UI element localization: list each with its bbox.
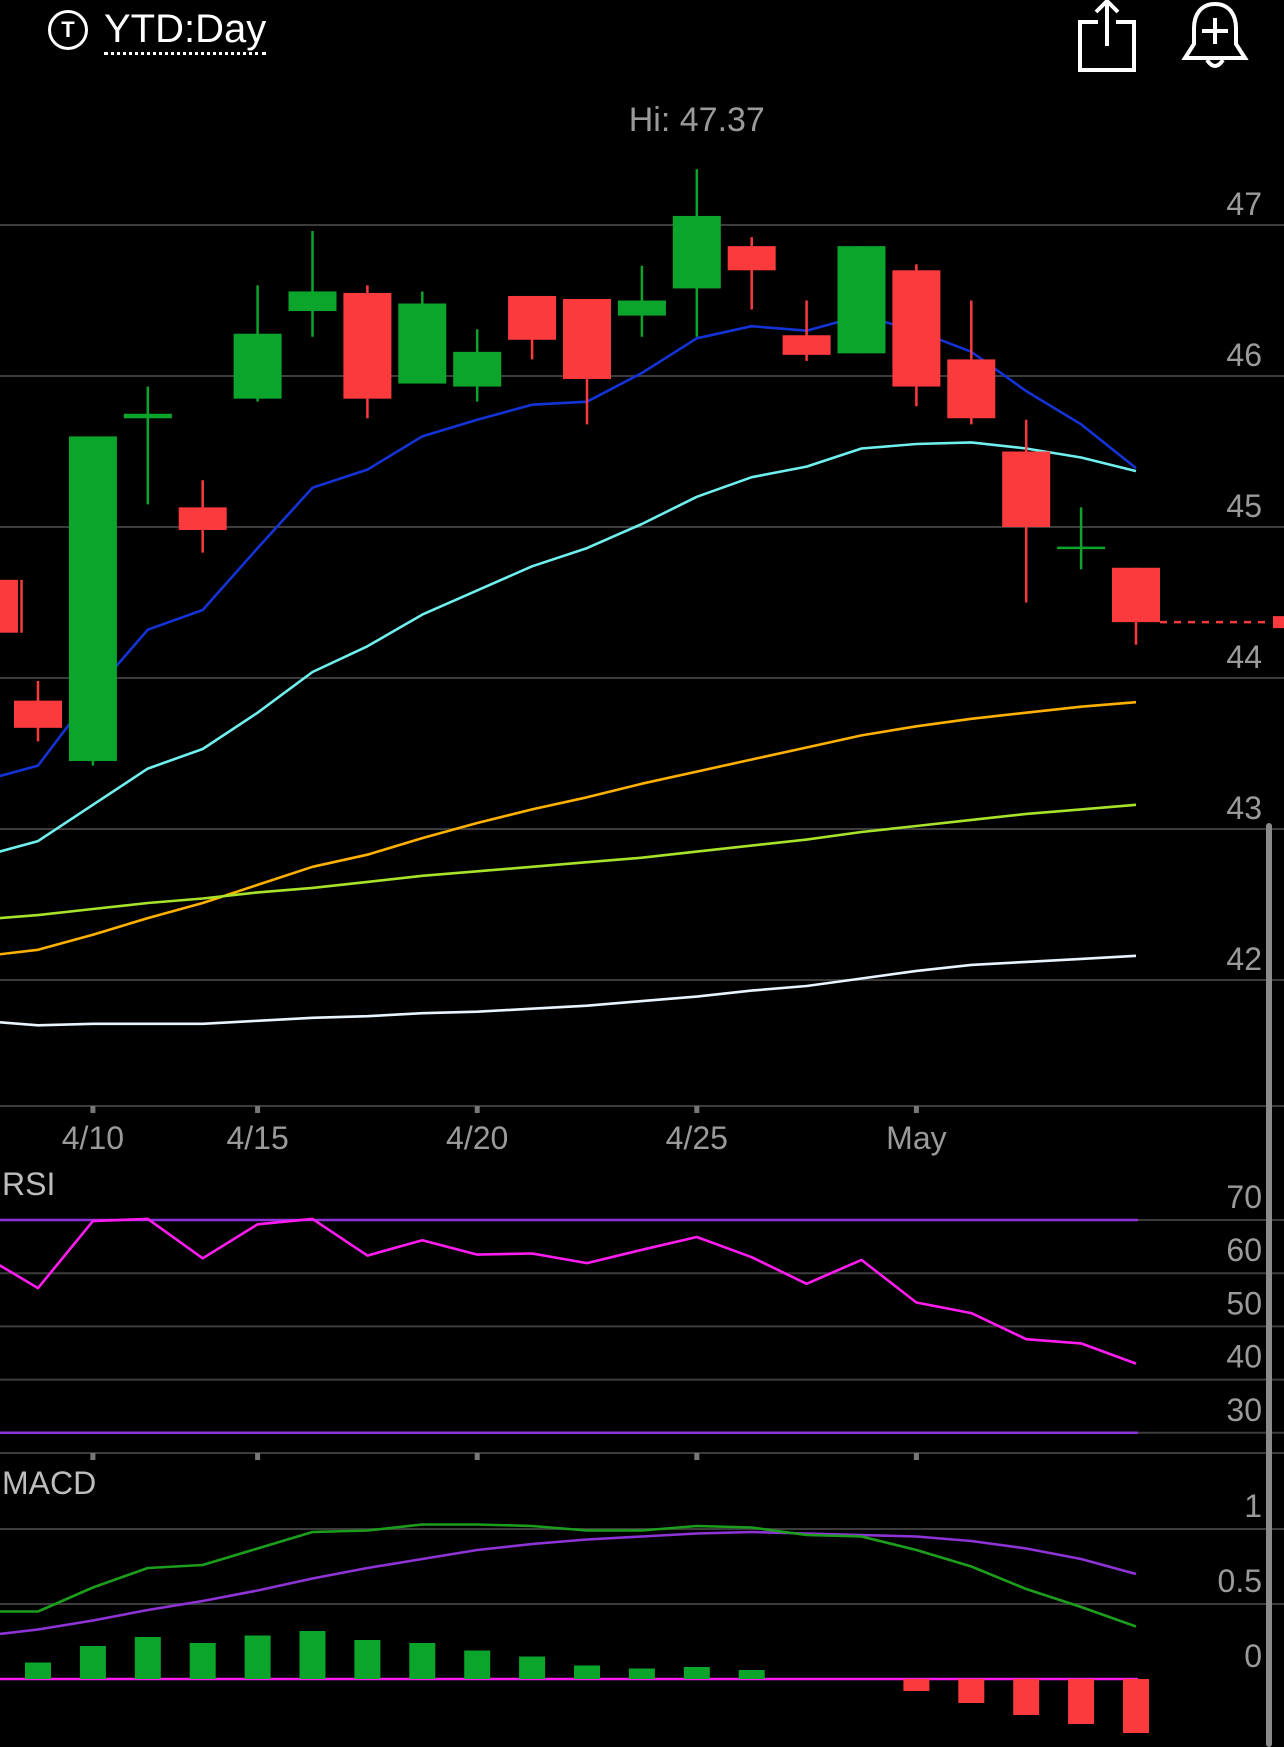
rsi-axis-tick: 30 — [1226, 1392, 1262, 1428]
candle-down — [727, 246, 776, 271]
date-axis-tick: 4/20 — [446, 1120, 508, 1156]
rsi-label: RSI — [2, 1166, 55, 1202]
candle-down — [343, 292, 392, 399]
macd-histogram-bar-negative — [1013, 1679, 1040, 1715]
macd-axis-tick: 1 — [1244, 1488, 1262, 1524]
candle-down — [1112, 567, 1160, 623]
rsi-axis-tick: 40 — [1226, 1339, 1262, 1375]
macd-histogram-bar-positive — [25, 1662, 51, 1679]
rsi-axis-tick: 70 — [1226, 1179, 1262, 1215]
macd-histogram-bar-negative — [1068, 1679, 1095, 1724]
macd-histogram-bar-positive — [134, 1637, 161, 1679]
macd-histogram-bar-positive — [189, 1643, 216, 1679]
macd-histogram-bar-positive — [738, 1670, 765, 1679]
candle-up — [123, 413, 172, 419]
candle-up — [617, 300, 666, 316]
candle-up — [288, 291, 337, 312]
macd-histogram-bar-positive — [519, 1656, 546, 1679]
price-axis-tick: 46 — [1226, 337, 1262, 373]
candle-up — [398, 303, 447, 384]
macd-histogram-bar-positive — [244, 1635, 271, 1679]
candle-up — [68, 436, 117, 762]
moving-average-line — [0, 441, 1137, 853]
price-axis-tick: 45 — [1226, 488, 1262, 524]
candle-down — [1002, 451, 1051, 527]
macd-histogram-bar-positive — [79, 1646, 106, 1679]
macd-histogram-bar-negative — [903, 1679, 930, 1691]
candle-up — [233, 333, 282, 399]
macd-axis-tick: 0.5 — [1218, 1563, 1262, 1599]
rsi-axis-tick: 60 — [1226, 1232, 1262, 1268]
macd-histogram-bar-positive — [574, 1665, 600, 1679]
macd-histogram-bar-negative — [958, 1679, 985, 1703]
price-axis-tick: 47 — [1226, 186, 1262, 222]
price-axis-tick: 42 — [1226, 941, 1262, 977]
macd-histogram-bar-negative — [1123, 1679, 1149, 1733]
macd-label: MACD — [2, 1465, 96, 1501]
macd-histogram-bar-positive — [409, 1643, 436, 1679]
macd-histogram-bar-positive — [299, 1631, 326, 1679]
date-axis-tick: 4/25 — [666, 1120, 728, 1156]
price-axis-tick: 44 — [1226, 639, 1262, 675]
candle-down — [947, 359, 996, 419]
candle-down — [782, 335, 831, 355]
macd-histogram-bar-positive — [354, 1640, 381, 1679]
date-axis-tick: May — [886, 1120, 946, 1156]
candle-up — [1057, 546, 1106, 550]
macd-histogram-bar-positive — [628, 1668, 655, 1679]
high-price-label: Hi: 47.37 — [629, 101, 765, 139]
moving-average-line — [0, 954, 1137, 1027]
date-axis-tick: 4/15 — [226, 1120, 288, 1156]
rsi-line — [0, 1217, 1137, 1365]
price-axis-tick: 43 — [1226, 790, 1262, 826]
candle-down — [563, 298, 611, 380]
scrollbar — [1266, 823, 1272, 1747]
stock-chart[interactable]: 47 46 45 44 43 42 4/10 4/15 4/20 4/25 May Hi: 47.37… — [0, 0, 1284, 1747]
last-price-marker — [1273, 616, 1284, 629]
candle-up — [837, 246, 886, 354]
date-axis-tick: 4/10 — [62, 1120, 124, 1156]
macd-signal-line — [0, 1530, 1137, 1636]
candle-up — [453, 351, 502, 387]
candle-down — [178, 507, 227, 531]
candle-down — [892, 270, 941, 387]
candle-down — [0, 579, 18, 633]
candle-down — [508, 295, 557, 340]
macd-histogram-bar-positive — [464, 1650, 491, 1679]
candle-up — [672, 215, 721, 289]
candle-down — [14, 700, 62, 728]
macd-histogram-bar-positive — [683, 1667, 710, 1679]
macd-axis-tick: 0 — [1244, 1638, 1262, 1674]
moving-average-line — [0, 803, 1137, 920]
rsi-axis-tick: 50 — [1226, 1285, 1262, 1321]
